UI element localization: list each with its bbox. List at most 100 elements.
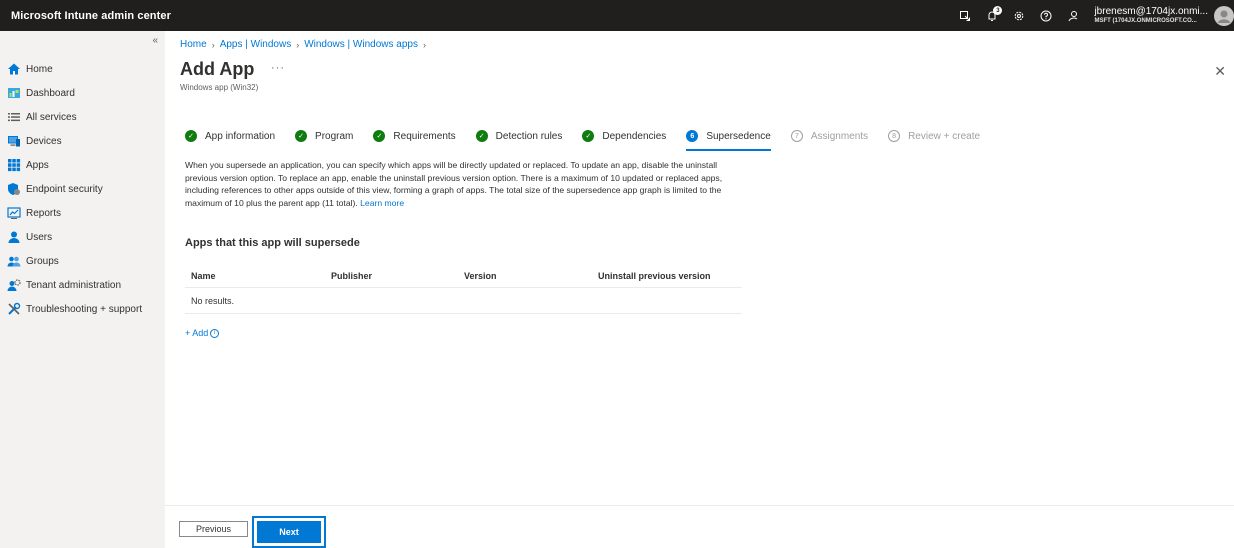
sidebar-item-label: Troubleshooting + support [26,303,143,315]
sidebar-item-label: Home [26,63,53,75]
tab-app-information[interactable]: ✓ App information [185,127,275,145]
apps-icon [7,158,21,172]
page-title: Add App [180,59,255,79]
sidebar-item-label: Tenant administration [26,279,122,291]
tools-icon [7,302,21,316]
sidebar-item-label: All services [26,111,77,123]
page-subtitle: Windows app (Win32) [180,83,259,92]
step-label: Program [315,130,354,142]
reports-icon [7,206,21,220]
step-label: Supersedence [706,130,771,142]
wizard-steps: ✓ App information ✓ Program ✓ Requiremen… [185,127,1000,151]
step-label: App information [205,130,276,142]
tenant-icon [7,278,21,292]
sidebar-item-label: Reports [26,207,62,219]
app-title[interactable]: Microsoft Intune admin center [0,10,171,22]
check-circle-icon: ✓ [582,130,595,142]
step-label: Dependencies [602,130,667,142]
column-header-version: Version [464,270,497,281]
supersedence-description: When you supersede an application, you c… [185,159,745,209]
step-number-icon: 8 [888,130,901,142]
tab-program[interactable]: ✓ Program [295,127,353,145]
chevron-right-icon: › [211,39,215,50]
previous-button[interactable]: Previous [179,521,248,537]
main-content: Home › Apps | Windows › Windows | Window… [165,31,1234,548]
more-options-icon[interactable]: ··· [271,62,285,74]
step-label: Review + create [908,130,981,142]
top-bar-actions: 3 jbrenesm@1704jx.onmi... MSFT (1704JX.O… [951,0,1234,31]
user-icon [7,230,21,244]
breadcrumb-home[interactable]: Home [180,39,207,50]
user-name: jbrenesm@1704jx.onmi... [1094,6,1208,18]
wizard-footer: Previous Next [165,505,1234,548]
tab-review-create[interactable]: 8 Review + create [888,127,980,145]
tab-requirements[interactable]: ✓ Requirements [373,127,456,145]
groups-icon [7,254,21,268]
sidebar-item-label: Devices [26,135,62,147]
account-menu[interactable]: jbrenesm@1704jx.onmi... MSFT (1704JX.ONM… [1094,6,1208,24]
sidebar-item-devices[interactable]: Devices [0,129,165,153]
notification-count-badge: 3 [993,6,1003,15]
check-circle-icon: ✓ [185,130,197,142]
next-button-focus-ring: Next [252,516,326,548]
step-number-icon: 7 [790,130,803,142]
step-label: Detection rules [495,130,563,142]
collapse-sidebar-icon[interactable]: « [152,35,158,46]
check-circle-icon: ✓ [373,130,386,142]
sidebar: « Home Dashboard All services Devices Ap… [0,31,165,548]
close-icon[interactable]: ✕ [1214,63,1226,80]
sidebar-item-home[interactable]: Home [0,57,165,81]
feedback-icon[interactable] [1060,0,1086,31]
table-empty-row: No results. [185,288,742,314]
learn-more-link[interactable]: Learn more [360,198,404,208]
sidebar-item-troubleshooting[interactable]: Troubleshooting + support [0,297,165,321]
sidebar-item-label: Users [26,231,53,243]
superseded-apps-table: Name Publisher Version Uninstall previou… [185,264,742,314]
sidebar-item-users[interactable]: Users [0,225,165,249]
description-text: When you supersede an application, you c… [185,160,723,208]
info-icon[interactable]: i [210,328,220,338]
tab-assignments[interactable]: 7 Assignments [790,127,869,145]
section-title: Apps that this app will supersede [185,237,360,249]
column-header-uninstall-previous: Uninstall previous version [598,270,711,281]
sidebar-item-apps[interactable]: Apps [0,153,165,177]
tab-supersedence[interactable]: 6 Supersedence [686,127,771,151]
breadcrumb: Home › Apps | Windows › Windows | Window… [180,39,431,50]
sidebar-item-dashboard[interactable]: Dashboard [0,81,165,105]
list-icon [7,110,21,124]
tab-dependencies[interactable]: ✓ Dependencies [582,127,666,145]
breadcrumb-apps-windows[interactable]: Apps | Windows [220,39,292,50]
step-number-icon: 6 [686,130,699,142]
add-app-link[interactable]: + Add i [185,328,220,338]
breadcrumb-windows-apps[interactable]: Windows | Windows apps [304,39,418,50]
column-header-publisher: Publisher [331,270,373,281]
step-label: Assignments [810,130,869,142]
sidebar-item-endpoint-security[interactable]: Endpoint security [0,177,165,201]
table-header: Name Publisher Version Uninstall previou… [185,264,742,288]
sidebar-item-all-services[interactable]: All services [0,105,165,129]
dashboard-icon [7,86,21,100]
chevron-right-icon: › [422,39,426,50]
step-label: Requirements [393,130,456,142]
sidebar-item-label: Endpoint security [26,183,103,195]
remote-help-icon[interactable] [952,0,978,31]
chevron-right-icon: › [296,39,300,50]
check-circle-icon: ✓ [475,130,488,142]
column-header-name: Name [191,270,216,281]
top-bar: Microsoft Intune admin center 3 jbrenesm… [0,0,1234,31]
sidebar-item-groups[interactable]: Groups [0,249,165,273]
help-icon[interactable] [1033,0,1059,31]
sidebar-item-label: Groups [26,255,59,267]
user-org: MSFT (1704JX.ONMICROSOFT.CO... [1094,17,1197,24]
next-button[interactable]: Next [257,521,321,543]
add-label: + Add [185,328,209,338]
notifications-icon[interactable]: 3 [979,0,1005,31]
sidebar-item-reports[interactable]: Reports [0,201,165,225]
settings-gear-icon[interactable] [1006,0,1032,31]
sidebar-item-tenant-administration[interactable]: Tenant administration [0,273,165,297]
tab-detection-rules[interactable]: ✓ Detection rules [475,127,563,145]
sidebar-nav: Home Dashboard All services Devices Apps… [0,57,165,321]
avatar[interactable] [1214,5,1234,26]
check-circle-icon: ✓ [295,130,308,142]
shield-icon [7,182,21,196]
